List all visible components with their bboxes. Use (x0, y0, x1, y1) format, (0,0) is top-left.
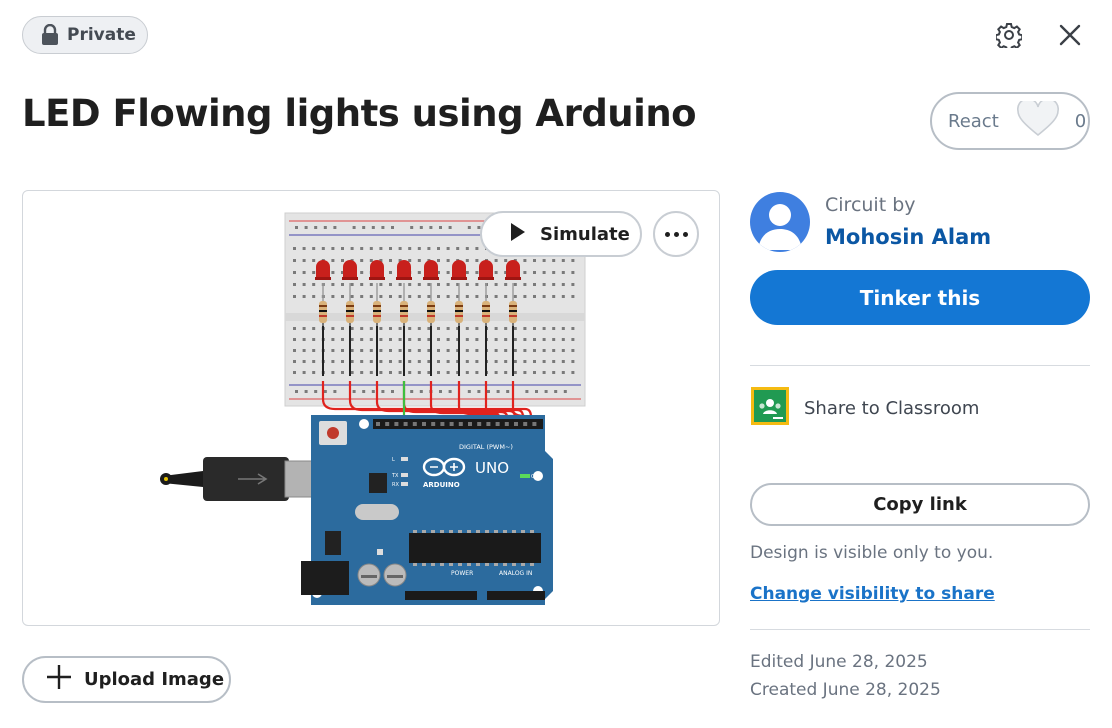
edited-date: Edited June 28, 2025 (750, 652, 928, 672)
avatar[interactable] (750, 192, 810, 252)
page-title: LED Flowing lights using Arduino (22, 92, 697, 135)
react-count: 0 (1074, 110, 1087, 132)
privacy-badge[interactable]: Private (22, 16, 148, 54)
plus-icon (46, 664, 72, 695)
lock-icon (41, 24, 59, 46)
arduino-text: ARDUINO (423, 481, 460, 489)
simulate-button[interactable]: Simulate (480, 211, 642, 257)
digital-label: DIGITAL (PWM~) (459, 443, 513, 451)
close-icon[interactable] (1053, 18, 1087, 52)
classroom-label: Share to Classroom (804, 397, 980, 419)
arduino-board: UNO ARDUINO DIGITAL (PWM~) L TX RX ON PO… (301, 415, 553, 605)
google-classroom-icon (750, 386, 790, 430)
dot (664, 231, 670, 237)
heart-icon (1016, 98, 1059, 141)
divider (750, 629, 1090, 630)
dot (673, 231, 679, 237)
divider (750, 365, 1090, 366)
upload-image-button[interactable]: Upload Image (22, 656, 231, 703)
rx-label: RX (392, 482, 399, 488)
play-icon (510, 222, 526, 247)
tx-label: TX (391, 473, 399, 479)
l-led-label: L (392, 457, 395, 463)
on-label: ON (531, 474, 539, 480)
uno-text: UNO (475, 459, 509, 477)
change-visibility-link[interactable]: Change visibility to share (750, 584, 995, 604)
share-to-classroom-button[interactable]: Share to Classroom (750, 386, 979, 430)
upload-label: Upload Image (84, 669, 225, 690)
created-date: Created June 28, 2025 (750, 680, 941, 700)
privacy-label: Private (67, 25, 136, 45)
author-link[interactable]: Mohosin Alam (825, 225, 991, 249)
simulate-label: Simulate (540, 223, 630, 245)
react-button[interactable]: React 0 (930, 92, 1090, 150)
power-label: POWER (451, 570, 473, 577)
dot (682, 231, 688, 237)
gear-icon[interactable] (992, 18, 1026, 52)
circuit-preview[interactable]: UNO ARDUINO DIGITAL (PWM~) L TX RX ON PO… (22, 190, 720, 626)
react-label: React (948, 110, 999, 132)
tinker-this-button[interactable]: Tinker this (750, 270, 1090, 325)
visibility-note: Design is visible only to you. (750, 543, 994, 563)
copy-link-button[interactable]: Copy link (750, 483, 1090, 526)
analog-label: ANALOG IN (499, 570, 532, 577)
circuit-by-label: Circuit by (825, 194, 916, 216)
more-dots-icon[interactable] (653, 211, 699, 257)
